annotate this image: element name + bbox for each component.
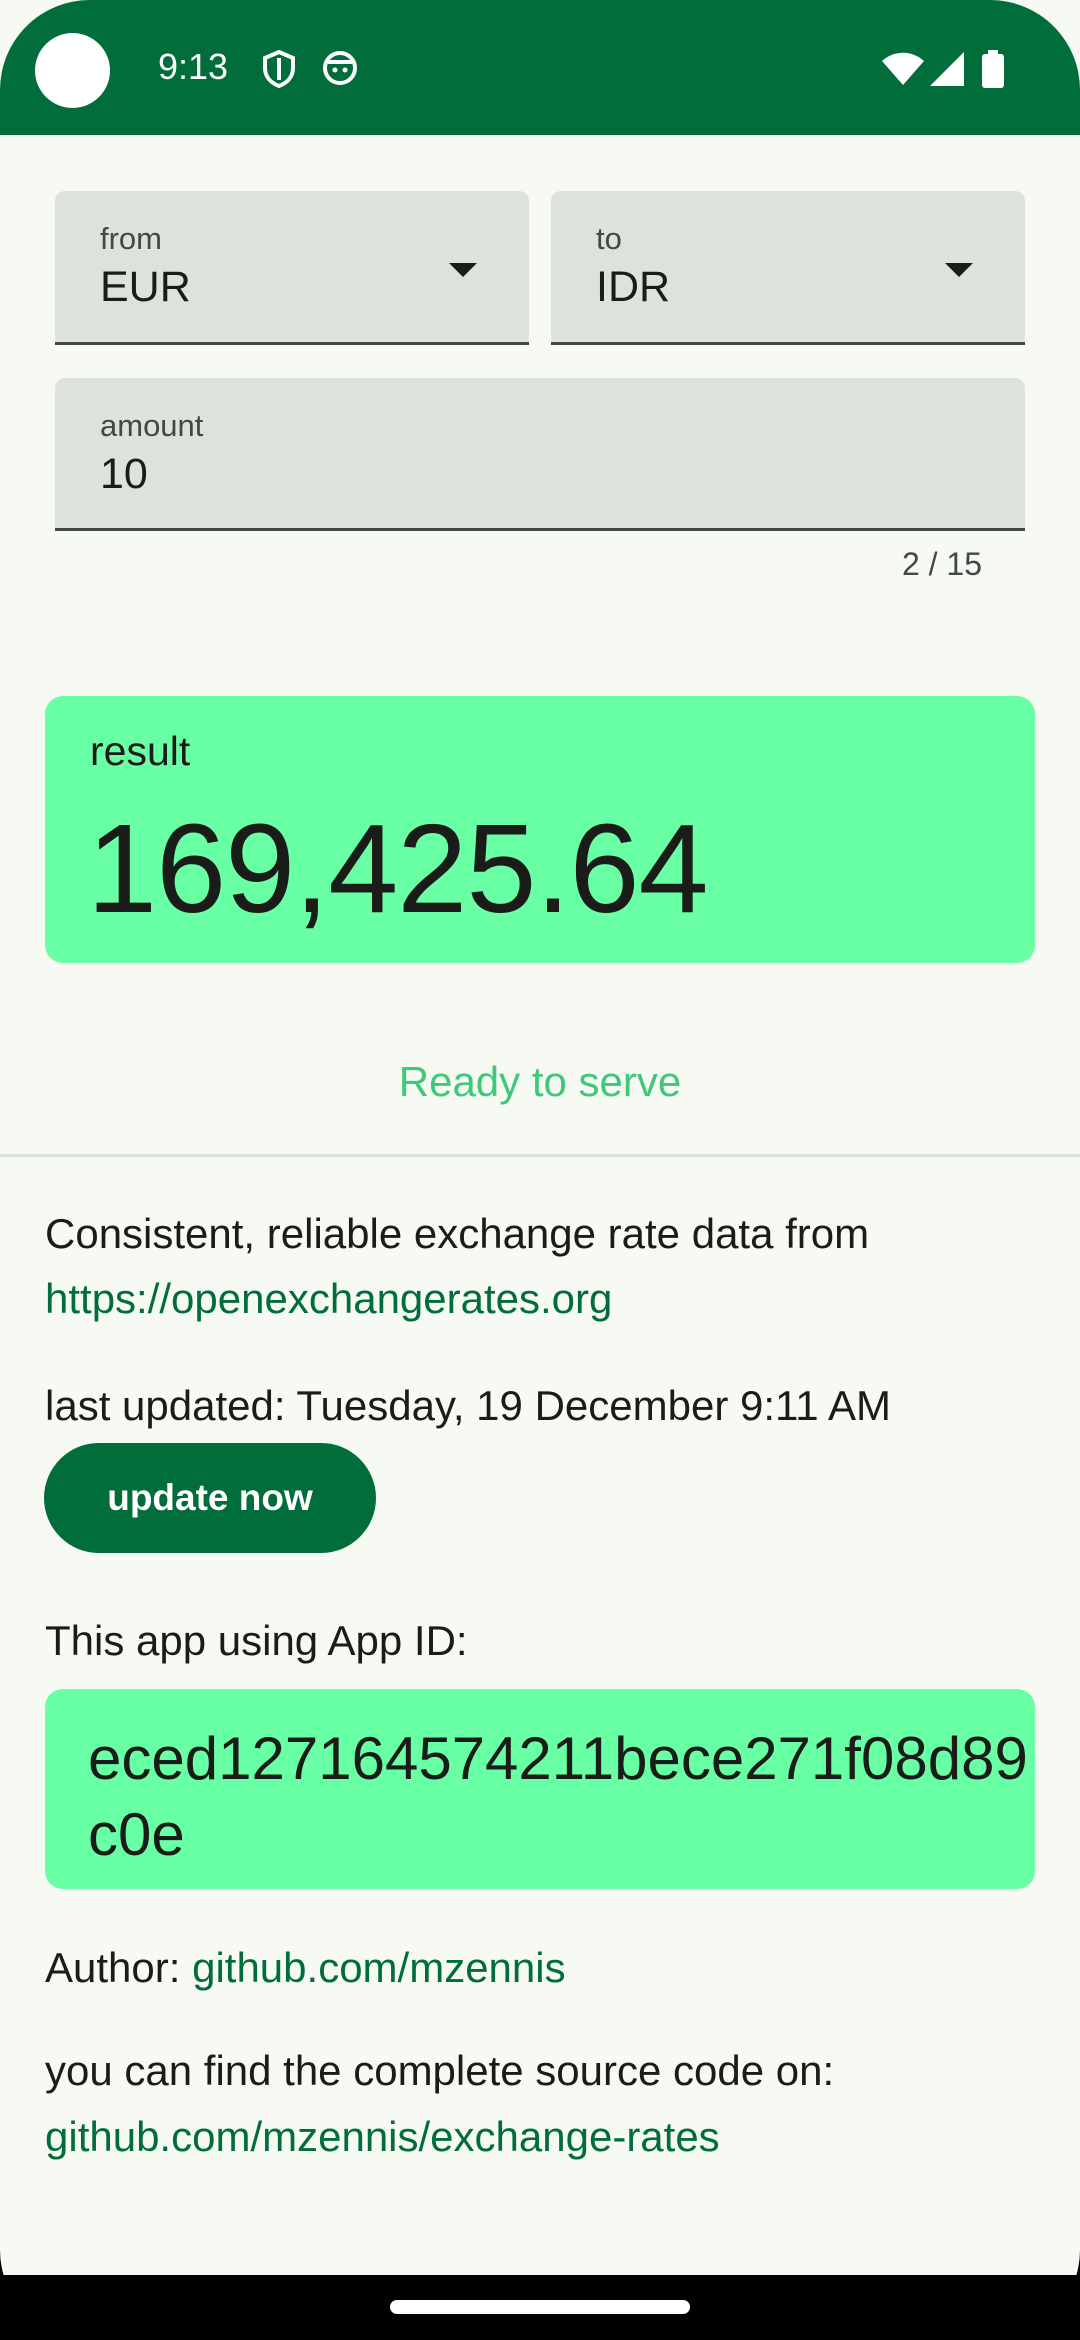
to-value: IDR	[596, 263, 671, 311]
divider	[0, 1154, 1080, 1157]
data-source-text: Consistent, reliable exchange rate data …	[45, 1210, 870, 1257]
from-value: EUR	[100, 263, 191, 311]
shield-icon	[262, 49, 296, 93]
from-label: from	[100, 221, 162, 256]
amount-char-counter: 2 / 15	[901, 546, 982, 582]
battery-icon	[982, 50, 1004, 93]
to-label: to	[596, 221, 622, 256]
wifi-icon	[882, 52, 924, 91]
app-id-label: This app using App ID:	[45, 1617, 468, 1664]
from-currency-select[interactable]: from EUR	[55, 191, 529, 345]
amount-input[interactable]: amount 10	[55, 378, 1025, 531]
amount-value[interactable]: 10	[100, 450, 148, 499]
status-bar: 9:13	[0, 0, 1080, 135]
update-now-button[interactable]: update now	[44, 1443, 376, 1553]
author-link[interactable]: github.com/mzennis	[192, 1944, 566, 1991]
data-source-link[interactable]: https://openexchangerates.org	[45, 1275, 612, 1323]
app-id-value: eced127164574211bece271f08d89c0e	[88, 1725, 1028, 1868]
source-code-link[interactable]: github.com/mzennis/exchange-rates	[45, 2113, 720, 2161]
result-label: result	[90, 728, 191, 774]
status-message: Ready to serve	[398, 1058, 682, 1105]
author-label: Author:	[45, 1944, 193, 1991]
app-id-card: eced127164574211bece271f08d89c0e	[45, 1689, 1035, 1889]
camera-cutout	[35, 33, 110, 108]
result-card: result 169,425.64	[45, 696, 1035, 963]
to-currency-select[interactable]: to IDR	[551, 191, 1025, 345]
amount-label: amount	[100, 408, 204, 443]
home-gesture-handle[interactable]	[390, 2300, 690, 2314]
dropdown-arrow-icon	[945, 263, 973, 277]
signal-icon	[930, 52, 964, 91]
source-code-text: you can find the complete source code on…	[45, 2047, 835, 2094]
last-updated-text: last updated: Tuesday, 19 December 9:11 …	[45, 1382, 891, 1429]
android-face-icon	[322, 50, 358, 91]
author-line: Author: github.com/mzennis	[45, 1944, 566, 1992]
result-value: 169,425.64	[87, 798, 709, 939]
app-screen: 9:13 from EUR to IDR amount 10 2 / 15 re…	[0, 0, 1080, 2340]
dropdown-arrow-icon	[449, 263, 477, 277]
status-time: 9:13	[158, 46, 229, 87]
